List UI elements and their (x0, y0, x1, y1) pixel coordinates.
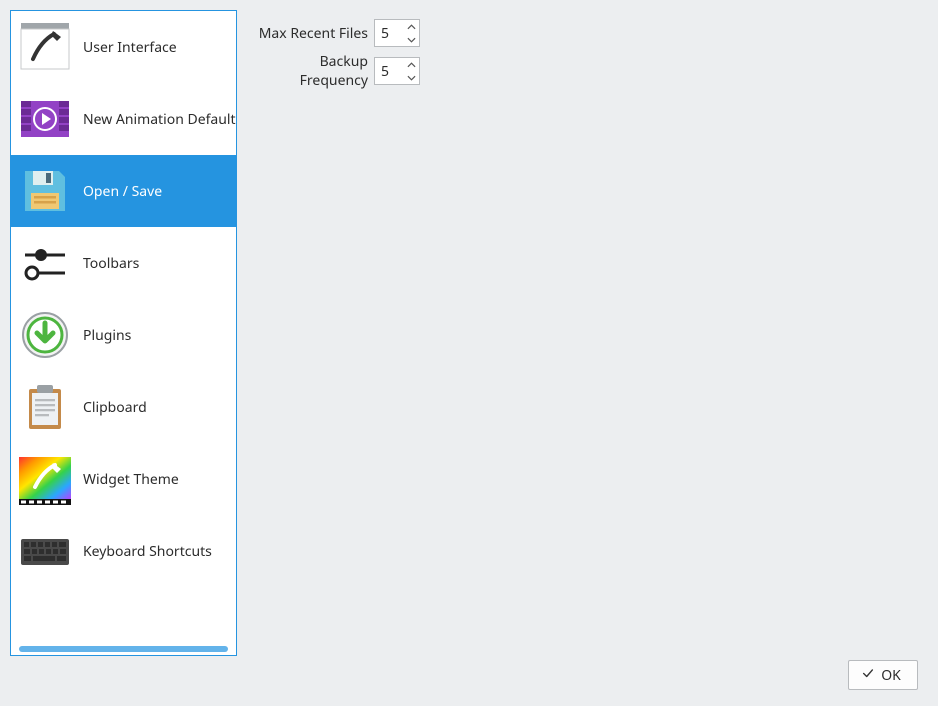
filmstrip-play-icon (17, 91, 73, 147)
sidebar-item-widget-theme[interactable]: Widget Theme (11, 443, 236, 515)
sidebar-item-label: Plugins (83, 326, 230, 345)
check-icon (861, 666, 875, 685)
sidebar-item-user-interface[interactable]: User Interface (11, 11, 236, 83)
max-recent-files-label: Max Recent Files (250, 24, 368, 43)
sidebar-item-label: Clipboard (83, 398, 230, 417)
sidebar-item-label: Toolbars (83, 254, 230, 273)
spin-down-button[interactable] (403, 71, 419, 84)
ok-button-label: OK (881, 666, 901, 685)
download-arrow-icon (17, 307, 73, 363)
sidebar-list: User Interface (11, 11, 236, 643)
clipboard-icon (17, 379, 73, 435)
sidebar-item-label: Widget Theme (83, 470, 230, 489)
sliders-icon (17, 235, 73, 291)
color-swatch-brush-icon (17, 451, 73, 507)
sidebar-horizontal-scrollbar[interactable] (11, 643, 236, 655)
ok-button[interactable]: OK (848, 660, 918, 690)
backup-frequency-label: Backup Frequency (250, 52, 368, 90)
spin-up-button[interactable] (403, 20, 419, 33)
sidebar-item-keyboard-shortcuts[interactable]: Keyboard Shortcuts (11, 515, 236, 587)
backup-frequency-spinbox[interactable]: 5 (374, 57, 420, 85)
sidebar-item-label: Open / Save (83, 182, 230, 201)
spin-down-button[interactable] (403, 33, 419, 46)
floppy-disk-icon (17, 163, 73, 219)
max-recent-files-spinbox[interactable]: 5 (374, 19, 420, 47)
sidebar-item-label: Keyboard Shortcuts (83, 542, 230, 561)
sidebar-item-animation-defaults[interactable]: New Animation Defaults (11, 83, 236, 155)
field-backup-frequency: Backup Frequency 5 (250, 56, 926, 86)
sidebar-item-label: New Animation Defaults (83, 110, 236, 129)
dialog-footer: OK (848, 660, 918, 690)
sidebar-item-toolbars[interactable]: Toolbars (11, 227, 236, 299)
field-max-recent-files: Max Recent Files 5 (250, 18, 926, 48)
sidebar-item-label: User Interface (83, 38, 230, 57)
spin-up-button[interactable] (403, 58, 419, 71)
sidebar-item-open-save[interactable]: Open / Save (11, 155, 236, 227)
max-recent-files-value[interactable]: 5 (375, 20, 403, 46)
settings-sidebar: User Interface (10, 10, 237, 656)
sidebar-item-clipboard[interactable]: Clipboard (11, 371, 236, 443)
scrollbar-thumb[interactable] (19, 646, 228, 652)
sidebar-item-plugins[interactable]: Plugins (11, 299, 236, 371)
backup-frequency-value[interactable]: 5 (375, 58, 403, 84)
keyboard-icon (17, 523, 73, 579)
settings-content: Max Recent Files 5 Backup Frequency 5 (250, 18, 926, 644)
brush-icon (17, 19, 73, 75)
